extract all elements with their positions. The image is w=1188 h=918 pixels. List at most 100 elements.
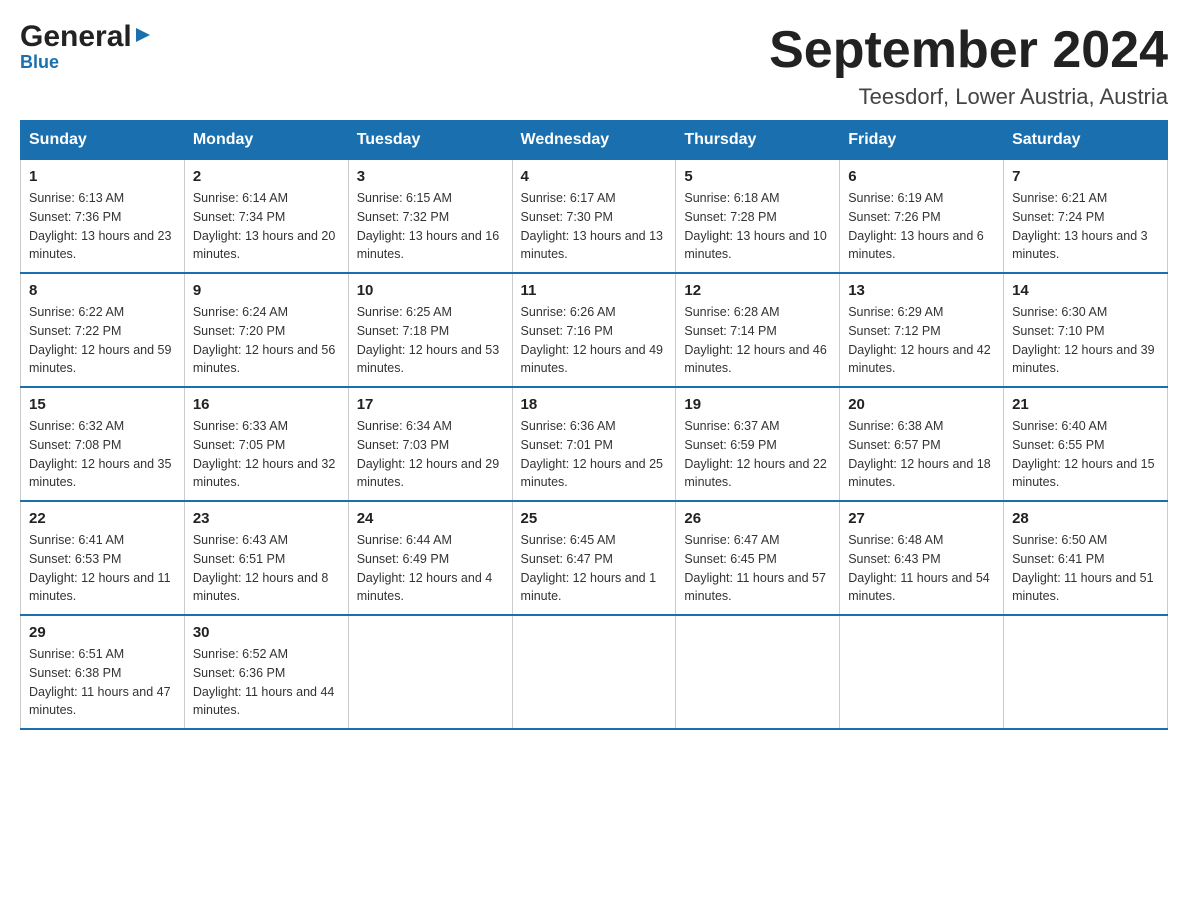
sunrise-label: Sunrise: 6:34 AM [357, 419, 452, 433]
daylight-label: Daylight: 12 hours and 49 minutes. [521, 343, 663, 376]
day-info: Sunrise: 6:22 AM Sunset: 7:22 PM Dayligh… [29, 303, 176, 378]
sunset-label: Sunset: 7:24 PM [1012, 210, 1104, 224]
sunrise-label: Sunrise: 6:38 AM [848, 419, 943, 433]
calendar-day-header: Tuesday [348, 121, 512, 160]
logo-general-text: General [20, 20, 132, 54]
day-number: 19 [684, 396, 831, 413]
day-number: 9 [193, 282, 340, 299]
sunrise-label: Sunrise: 6:44 AM [357, 533, 452, 547]
daylight-label: Daylight: 13 hours and 16 minutes. [357, 229, 499, 262]
sunset-label: Sunset: 6:55 PM [1012, 438, 1104, 452]
sunrise-label: Sunrise: 6:43 AM [193, 533, 288, 547]
calendar-cell: 13 Sunrise: 6:29 AM Sunset: 7:12 PM Dayl… [840, 273, 1004, 387]
calendar-cell [1004, 615, 1168, 729]
calendar-cell: 10 Sunrise: 6:25 AM Sunset: 7:18 PM Dayl… [348, 273, 512, 387]
day-info: Sunrise: 6:32 AM Sunset: 7:08 PM Dayligh… [29, 417, 176, 492]
daylight-label: Daylight: 12 hours and 53 minutes. [357, 343, 499, 376]
sunset-label: Sunset: 7:16 PM [521, 324, 613, 338]
daylight-label: Daylight: 12 hours and 59 minutes. [29, 343, 171, 376]
daylight-label: Daylight: 13 hours and 10 minutes. [684, 229, 826, 262]
sunrise-label: Sunrise: 6:45 AM [521, 533, 616, 547]
sunset-label: Sunset: 7:05 PM [193, 438, 285, 452]
calendar-cell: 15 Sunrise: 6:32 AM Sunset: 7:08 PM Dayl… [21, 387, 185, 501]
day-info: Sunrise: 6:14 AM Sunset: 7:34 PM Dayligh… [193, 189, 340, 264]
calendar-cell: 12 Sunrise: 6:28 AM Sunset: 7:14 PM Dayl… [676, 273, 840, 387]
day-number: 3 [357, 168, 504, 185]
day-number: 20 [848, 396, 995, 413]
calendar-cell: 6 Sunrise: 6:19 AM Sunset: 7:26 PM Dayli… [840, 160, 1004, 274]
calendar-subtitle: Teesdorf, Lower Austria, Austria [769, 84, 1168, 110]
day-number: 11 [521, 282, 668, 299]
calendar-day-header: Sunday [21, 121, 185, 160]
calendar-cell: 4 Sunrise: 6:17 AM Sunset: 7:30 PM Dayli… [512, 160, 676, 274]
sunrise-label: Sunrise: 6:41 AM [29, 533, 124, 547]
sunset-label: Sunset: 7:14 PM [684, 324, 776, 338]
calendar-header-row: SundayMondayTuesdayWednesdayThursdayFrid… [21, 121, 1168, 160]
daylight-label: Daylight: 12 hours and 29 minutes. [357, 457, 499, 490]
day-info: Sunrise: 6:41 AM Sunset: 6:53 PM Dayligh… [29, 531, 176, 606]
sunrise-label: Sunrise: 6:52 AM [193, 647, 288, 661]
day-number: 5 [684, 168, 831, 185]
day-number: 4 [521, 168, 668, 185]
calendar-day-header: Monday [184, 121, 348, 160]
day-info: Sunrise: 6:28 AM Sunset: 7:14 PM Dayligh… [684, 303, 831, 378]
daylight-label: Daylight: 12 hours and 56 minutes. [193, 343, 335, 376]
daylight-label: Daylight: 12 hours and 15 minutes. [1012, 457, 1154, 490]
week-row: 22 Sunrise: 6:41 AM Sunset: 6:53 PM Dayl… [21, 501, 1168, 615]
day-number: 17 [357, 396, 504, 413]
day-info: Sunrise: 6:40 AM Sunset: 6:55 PM Dayligh… [1012, 417, 1159, 492]
sunset-label: Sunset: 6:53 PM [29, 552, 121, 566]
sunset-label: Sunset: 6:57 PM [848, 438, 940, 452]
calendar-day-header: Friday [840, 121, 1004, 160]
daylight-label: Daylight: 13 hours and 3 minutes. [1012, 229, 1148, 262]
week-row: 15 Sunrise: 6:32 AM Sunset: 7:08 PM Dayl… [21, 387, 1168, 501]
sunset-label: Sunset: 7:32 PM [357, 210, 449, 224]
day-info: Sunrise: 6:38 AM Sunset: 6:57 PM Dayligh… [848, 417, 995, 492]
day-number: 28 [1012, 510, 1159, 527]
sunrise-label: Sunrise: 6:50 AM [1012, 533, 1107, 547]
calendar-cell: 26 Sunrise: 6:47 AM Sunset: 6:45 PM Dayl… [676, 501, 840, 615]
day-info: Sunrise: 6:50 AM Sunset: 6:41 PM Dayligh… [1012, 531, 1159, 606]
daylight-label: Daylight: 12 hours and 35 minutes. [29, 457, 171, 490]
sunset-label: Sunset: 6:41 PM [1012, 552, 1104, 566]
sunrise-label: Sunrise: 6:37 AM [684, 419, 779, 433]
sunset-label: Sunset: 7:18 PM [357, 324, 449, 338]
day-number: 24 [357, 510, 504, 527]
logo: General Blue [20, 20, 154, 73]
day-number: 7 [1012, 168, 1159, 185]
day-number: 22 [29, 510, 176, 527]
day-info: Sunrise: 6:29 AM Sunset: 7:12 PM Dayligh… [848, 303, 995, 378]
day-info: Sunrise: 6:18 AM Sunset: 7:28 PM Dayligh… [684, 189, 831, 264]
day-info: Sunrise: 6:36 AM Sunset: 7:01 PM Dayligh… [521, 417, 668, 492]
sunrise-label: Sunrise: 6:17 AM [521, 191, 616, 205]
daylight-label: Daylight: 12 hours and 8 minutes. [193, 571, 329, 604]
calendar-day-header: Saturday [1004, 121, 1168, 160]
day-number: 2 [193, 168, 340, 185]
sunrise-label: Sunrise: 6:25 AM [357, 305, 452, 319]
sunrise-label: Sunrise: 6:24 AM [193, 305, 288, 319]
daylight-label: Daylight: 12 hours and 42 minutes. [848, 343, 990, 376]
sunrise-label: Sunrise: 6:26 AM [521, 305, 616, 319]
sunrise-label: Sunrise: 6:29 AM [848, 305, 943, 319]
calendar-cell: 27 Sunrise: 6:48 AM Sunset: 6:43 PM Dayl… [840, 501, 1004, 615]
sunset-label: Sunset: 6:38 PM [29, 666, 121, 680]
daylight-label: Daylight: 12 hours and 22 minutes. [684, 457, 826, 490]
sunrise-label: Sunrise: 6:21 AM [1012, 191, 1107, 205]
calendar-cell: 8 Sunrise: 6:22 AM Sunset: 7:22 PM Dayli… [21, 273, 185, 387]
sunset-label: Sunset: 6:43 PM [848, 552, 940, 566]
calendar-table: SundayMondayTuesdayWednesdayThursdayFrid… [20, 120, 1168, 730]
day-number: 25 [521, 510, 668, 527]
calendar-cell: 28 Sunrise: 6:50 AM Sunset: 6:41 PM Dayl… [1004, 501, 1168, 615]
daylight-label: Daylight: 11 hours and 54 minutes. [848, 571, 990, 604]
day-number: 18 [521, 396, 668, 413]
calendar-cell: 16 Sunrise: 6:33 AM Sunset: 7:05 PM Dayl… [184, 387, 348, 501]
day-info: Sunrise: 6:25 AM Sunset: 7:18 PM Dayligh… [357, 303, 504, 378]
daylight-label: Daylight: 11 hours and 57 minutes. [684, 571, 826, 604]
sunrise-label: Sunrise: 6:15 AM [357, 191, 452, 205]
sunset-label: Sunset: 6:49 PM [357, 552, 449, 566]
daylight-label: Daylight: 12 hours and 18 minutes. [848, 457, 990, 490]
calendar-cell [676, 615, 840, 729]
sunset-label: Sunset: 7:30 PM [521, 210, 613, 224]
day-number: 27 [848, 510, 995, 527]
sunset-label: Sunset: 6:59 PM [684, 438, 776, 452]
